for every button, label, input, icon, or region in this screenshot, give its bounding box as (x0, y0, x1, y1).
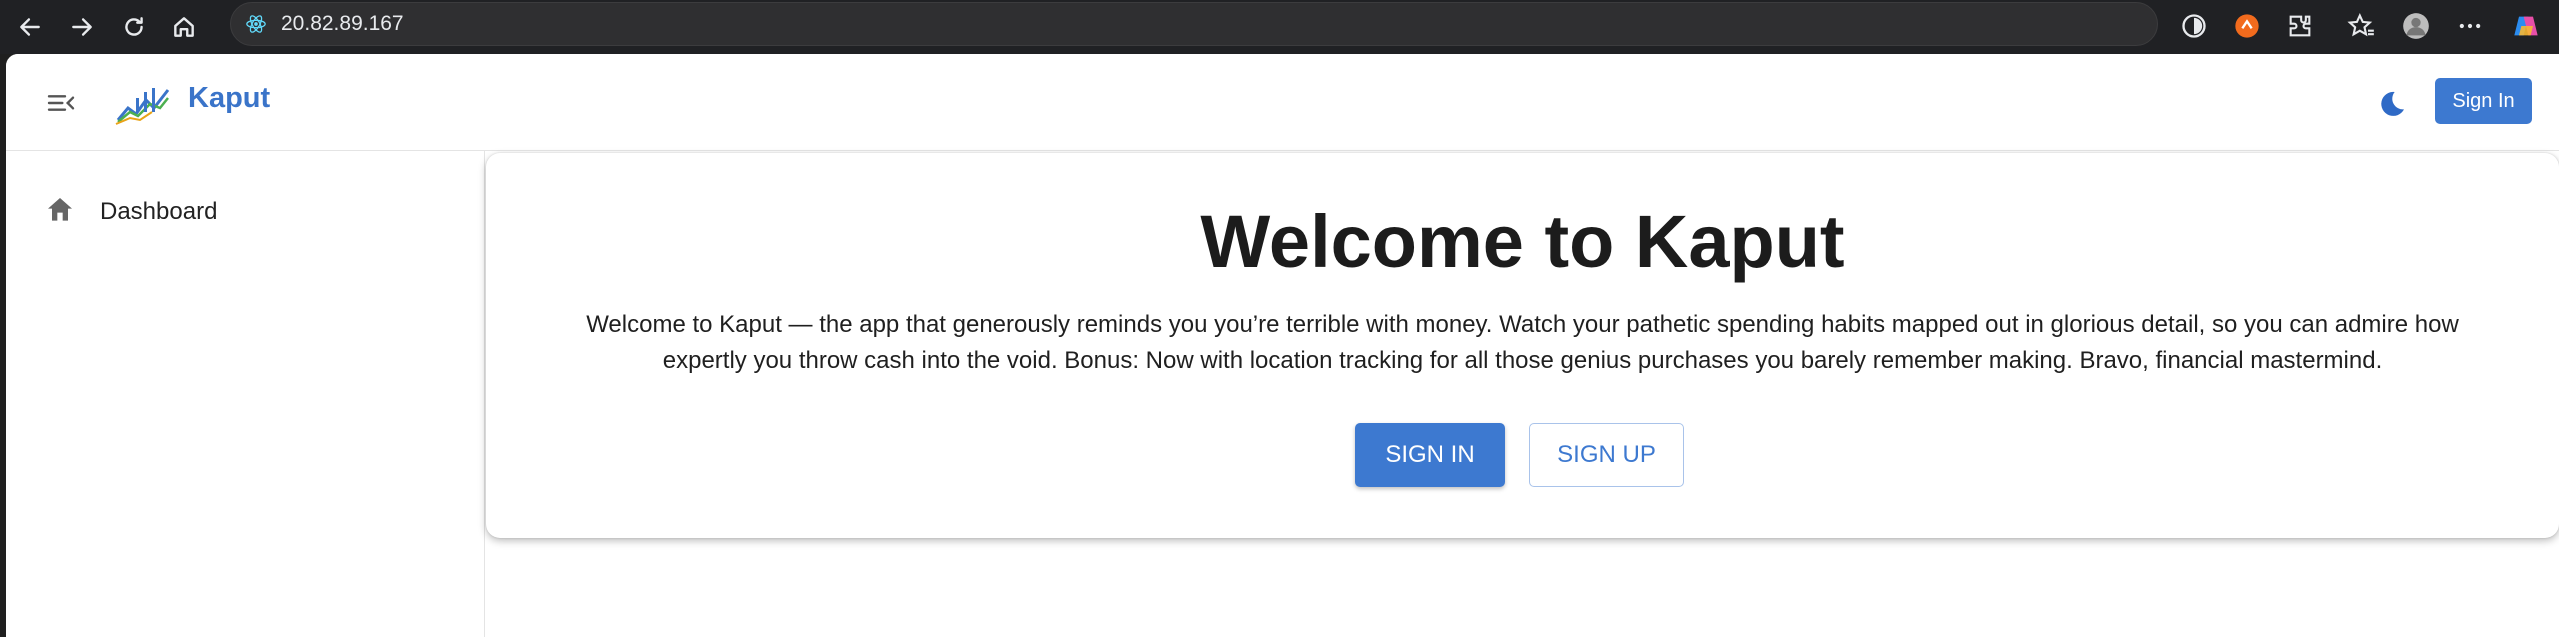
more-icon (2459, 23, 2481, 29)
sign-in-button[interactable]: SIGN IN (1355, 423, 1505, 487)
more-button[interactable] (2452, 8, 2488, 44)
back-button[interactable] (12, 9, 48, 45)
copilot-icon (2514, 16, 2538, 36)
welcome-description: Welcome to Kaput — the app that generous… (586, 311, 2459, 374)
home-button[interactable] (166, 9, 202, 45)
app-window: Kaput Sign In Dashboard Welcome to Kaput… (6, 54, 2559, 637)
app-header: Kaput Sign In (6, 54, 2559, 151)
page-title: Welcome to Kaput (1200, 200, 1845, 283)
extension-orange-icon (2235, 14, 2259, 38)
welcome-card: Welcome to Kaput Welcome to Kaput — the … (486, 153, 2559, 538)
extension-icon (2182, 14, 2206, 38)
site-info-icon[interactable] (245, 13, 267, 35)
extensions-button[interactable] (2282, 8, 2318, 44)
sidebar-item-dashboard[interactable]: Dashboard (6, 187, 484, 233)
copilot-button[interactable] (2508, 8, 2544, 44)
favorites-icon (2347, 12, 2374, 37)
extension-orange-button[interactable] (2229, 8, 2265, 44)
forward-icon (72, 18, 92, 36)
back-icon (20, 18, 40, 36)
menu-toggle-button[interactable] (42, 86, 80, 120)
dark-mode-icon (2381, 91, 2404, 116)
favorites-button[interactable] (2343, 8, 2379, 44)
menu-collapse-icon (47, 95, 75, 111)
sidebar: Dashboard (6, 151, 485, 637)
brand-name[interactable]: Kaput (188, 82, 270, 115)
sign-up-button[interactable]: SIGN UP (1529, 423, 1684, 487)
profile-icon (2403, 13, 2429, 39)
dark-mode-toggle[interactable] (2372, 84, 2412, 124)
reload-button[interactable] (116, 9, 152, 45)
extension-button[interactable] (2176, 8, 2212, 44)
header-sign-in-button[interactable]: Sign In (2435, 78, 2532, 124)
url-text[interactable]: 20.82.89.167 (281, 12, 404, 36)
address-bar[interactable]: 20.82.89.167 (230, 2, 2158, 46)
home-icon (48, 198, 72, 221)
logo-icon (115, 88, 170, 125)
home-icon (174, 17, 194, 37)
forward-button[interactable] (64, 9, 100, 45)
sidebar-item-label: Dashboard (100, 198, 218, 225)
main-content: Welcome to Kaput Welcome to Kaput — the … (486, 151, 2559, 637)
reload-icon (125, 17, 143, 36)
profile-button[interactable] (2398, 8, 2434, 44)
puzzle-icon (2289, 15, 2311, 37)
